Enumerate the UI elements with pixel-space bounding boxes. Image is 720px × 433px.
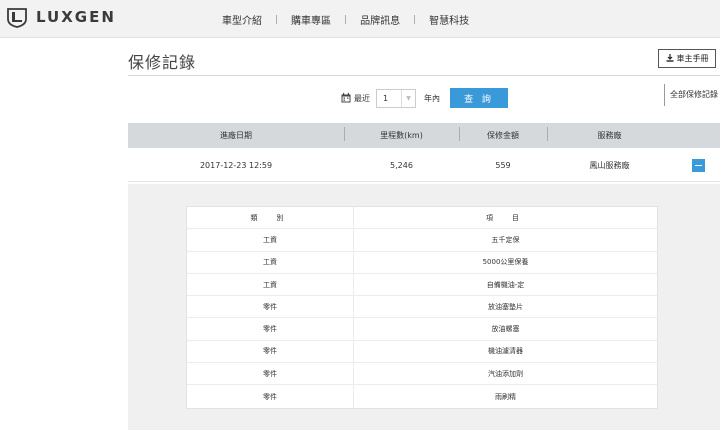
nav-separator: | [275,14,279,25]
calendar-icon [341,93,351,103]
detail-item: 自備機油-定 [486,280,525,289]
detail-item: 放油螺塞 [491,325,520,334]
collapse-button[interactable] [692,159,705,172]
chevron-down-icon: ▼ [401,89,415,107]
download-icon [666,53,674,64]
column-header-mileage: 里程數(km) [344,127,459,141]
brand-name: LUXGEN [36,8,116,26]
table-row[interactable]: 2017-12-23 12:59 5,246 559 鳳山服務廠 [128,150,720,182]
cell-mileage: 5,246 [390,161,413,170]
detail-header-item: 項 目 [486,213,525,222]
detail-category: 零件 [187,340,354,363]
detail-item: 雨刷精 [495,392,516,401]
column-header-date: 進廠日期 [220,131,252,140]
nav-separator: | [413,14,417,25]
top-navigation-bar: LUXGEN 車型介紹 | 購車專區 | 品牌訊息 | 智慧科技 [0,0,720,38]
nav-item-purchase[interactable]: 購車專區 [291,12,331,27]
detail-row: 零件 放油塞墊片 [187,296,657,319]
owner-manual-button[interactable]: 車主手冊 [658,49,716,68]
year-range-value: 1 [383,93,389,103]
cell-service-center: 鳳山服務廠 [589,161,630,170]
page-title: 保修記錄 [128,53,197,72]
query-button[interactable]: 查 詢 [450,88,508,108]
owner-manual-label: 車主手冊 [676,54,709,63]
detail-row: 零件 汽油添加劑 [187,363,657,386]
records-table-header: 進廠日期 里程數(km) 保修金額 服務廠 [128,123,720,148]
column-header-amount: 保修金額 [459,127,547,141]
all-records-link[interactable]: 全部保修記錄 [664,84,718,106]
detail-table: 類 別 項 目 工資 五千定保 工資 5000公里保養 工資 自備機油-定 零件… [186,206,658,409]
detail-category: 工資 [187,273,354,296]
detail-item: 五千定保 [491,235,520,244]
detail-table-header: 類 別 項 目 [187,207,657,230]
detail-item: 汽油添加劑 [488,369,523,378]
nav-item-brand-news[interactable]: 品牌訊息 [360,12,400,27]
detail-row: 零件 機油濾清器 [187,340,657,364]
detail-row: 工資 五千定保 [187,229,657,252]
title-divider [128,75,720,76]
detail-category: 零件 [187,363,354,385]
detail-category: 零件 [187,318,354,340]
detail-category: 工資 [187,229,354,251]
cell-date: 2017-12-23 12:59 [199,161,273,170]
nav-separator: | [344,14,348,25]
detail-row: 工資 5000公里保養 [187,251,657,274]
main-nav: 車型介紹 | 購車專區 | 品牌訊息 | 智慧科技 [222,12,469,28]
minus-icon [695,164,702,167]
detail-category: 零件 [187,385,354,408]
brand-logo[interactable]: LUXGEN [6,6,116,28]
detail-row: 零件 放油螺塞 [187,318,657,341]
nav-item-models[interactable]: 車型介紹 [222,12,262,27]
filter-unit-label: 年內 [424,93,440,103]
nav-item-technology[interactable]: 智慧科技 [429,12,469,27]
detail-row: 零件 雨刷精 [187,385,657,408]
year-range-select[interactable]: 1 ▼ [376,88,416,108]
record-detail-panel: 類 別 項 目 工資 五千定保 工資 5000公里保養 工資 自備機油-定 零件… [128,184,720,430]
detail-header-category: 類 別 [187,207,354,229]
column-header-service-center: 服務廠 [547,127,672,141]
cell-amount: 559 [495,161,511,170]
detail-item: 5000公里保養 [482,258,529,267]
date-filter: 最近 1 ▼ 年內 查 詢 [341,88,508,108]
detail-item: 放油塞墊片 [488,302,523,311]
detail-item: 機油濾清器 [488,347,523,356]
detail-row: 工資 自備機油-定 [187,273,657,297]
luxgen-emblem-icon [6,6,28,28]
filter-prefix-label: 最近 [354,93,370,103]
detail-category: 零件 [187,296,354,318]
detail-category: 工資 [187,251,354,273]
